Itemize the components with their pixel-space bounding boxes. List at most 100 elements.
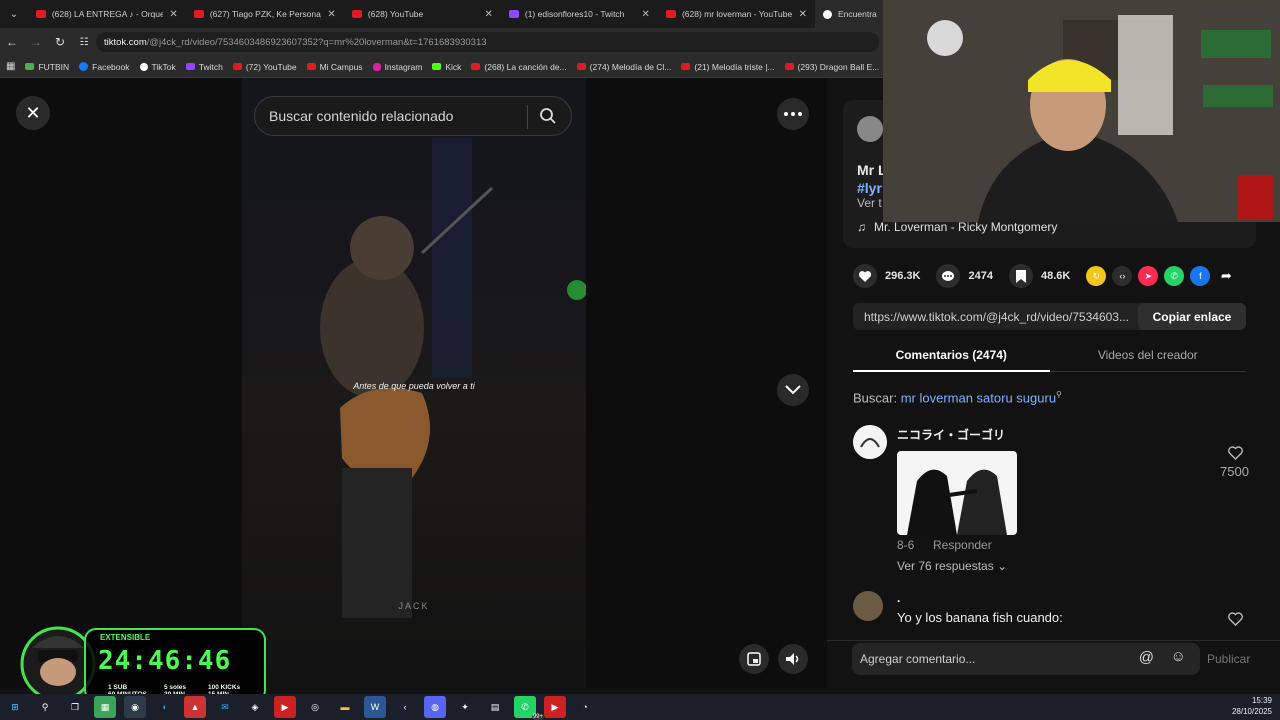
- app-icon[interactable]: ▶: [274, 696, 296, 718]
- bookmark-icon: [1008, 264, 1033, 288]
- app-icon[interactable]: ◍: [424, 696, 446, 718]
- app-icon[interactable]: ◎: [304, 696, 326, 718]
- share-arrow-icon[interactable]: ➦: [1216, 266, 1236, 286]
- reload-icon[interactable]: ↻: [48, 28, 72, 56]
- publish-button[interactable]: Publicar: [1207, 652, 1250, 666]
- bookmark-item[interactable]: (268) La canción de...: [471, 62, 567, 72]
- bookmark-item[interactable]: Facebook: [79, 62, 130, 72]
- browser-tab[interactable]: (628) YouTube ✕: [344, 0, 501, 28]
- related-search-query[interactable]: mr loverman satoru suguru: [901, 390, 1056, 405]
- close-icon[interactable]: ✕: [327, 9, 335, 20]
- related-search-input[interactable]: Buscar contenido relacionado: [254, 96, 572, 136]
- bookmark-item[interactable]: Twitch: [185, 62, 223, 72]
- tiktok-icon: [139, 62, 148, 71]
- search-icon[interactable]: ⚲: [34, 696, 56, 718]
- commenter-name[interactable]: ニコライ・ゴーゴリ: [897, 426, 1005, 443]
- bookmark-item[interactable]: Instagram: [372, 61, 423, 72]
- word-icon[interactable]: W: [364, 696, 386, 718]
- bookmark-item[interactable]: (274) Melodía de Cl...: [576, 62, 671, 72]
- edge-icon[interactable]: ◐: [154, 696, 176, 718]
- commenter-avatar[interactable]: [853, 591, 883, 621]
- close-video-button[interactable]: ✕: [16, 96, 50, 130]
- bookmark-label: Instagram: [384, 61, 423, 72]
- more-options-button[interactable]: [777, 98, 809, 130]
- futbin-icon: [25, 63, 35, 70]
- bookmark-item[interactable]: (21) Melodía triste |...: [681, 62, 775, 72]
- action-bar: 296.3K 2474 48.6K ↻ ‹› ➤ ✆ f ➦: [853, 262, 1242, 290]
- music-row[interactable]: ♫ Mr. Loverman - Ricky Montgomery: [857, 220, 1057, 234]
- forward-icon[interactable]: →: [24, 28, 48, 56]
- app-icon[interactable]: ◈: [244, 696, 266, 718]
- search-icon[interactable]: [539, 107, 557, 125]
- tab-comments[interactable]: Comentarios (2474): [853, 340, 1050, 372]
- bookmark-item[interactable]: TikTok: [139, 62, 176, 72]
- copy-link-button[interactable]: Copiar enlace: [1138, 303, 1246, 330]
- mention-icon[interactable]: @: [1139, 649, 1154, 666]
- commenter-avatar[interactable]: [853, 425, 887, 459]
- close-icon[interactable]: ✕: [799, 9, 807, 20]
- bookmark-item[interactable]: Mi Campus: [306, 62, 363, 72]
- system-clock[interactable]: 15:39 28/10/2025: [1232, 695, 1272, 717]
- comment-like-icon[interactable]: [1228, 446, 1243, 460]
- like-count: 296.3K: [885, 270, 921, 282]
- widgets-icon[interactable]: ▦: [94, 696, 116, 718]
- volume-button[interactable]: [778, 644, 808, 674]
- app-icon[interactable]: ‹: [394, 696, 416, 718]
- browser-tab[interactable]: (627) Tiago PZK, Ke Personajes ✕: [186, 0, 344, 28]
- whatsapp-icon[interactable]: ✆: [1164, 266, 1185, 286]
- browser-tab-active[interactable]: Encuentra 'mr: [815, 0, 885, 28]
- browser-tab[interactable]: (628) mr loverman - YouTube ✕: [658, 0, 815, 28]
- chrome-icon[interactable]: ◉: [124, 696, 146, 718]
- apps-icon[interactable]: ▦: [6, 61, 15, 72]
- app-icon[interactable]: ▲: [184, 696, 206, 718]
- close-icon[interactable]: ✕: [169, 9, 177, 20]
- creator-avatar[interactable]: [857, 116, 883, 142]
- comment-input[interactable]: Agregar comentario... @ ☺: [852, 643, 1200, 675]
- embed-icon[interactable]: ‹›: [1112, 266, 1133, 286]
- task-view-icon[interactable]: ❐: [64, 696, 86, 718]
- next-video-button[interactable]: [777, 374, 809, 406]
- comment-image[interactable]: [897, 451, 1017, 535]
- folder-icon[interactable]: ▬: [334, 696, 356, 718]
- facebook-icon[interactable]: f: [1190, 266, 1211, 286]
- calculator-icon[interactable]: ▤: [484, 696, 506, 718]
- app-icon[interactable]: ▶: [544, 696, 566, 718]
- video-link[interactable]: https://www.tiktok.com/@j4ck_rd/video/75…: [853, 310, 1138, 324]
- youtube-icon: [784, 63, 794, 70]
- close-icon[interactable]: ✕: [484, 9, 492, 20]
- emoji-icon[interactable]: ☺: [1171, 648, 1186, 665]
- app-icon[interactable]: ✦: [454, 696, 476, 718]
- like-button[interactable]: 296.3K: [853, 264, 920, 288]
- reply-button[interactable]: Responder: [933, 538, 992, 552]
- pip-button[interactable]: [739, 644, 769, 674]
- hashtag-link[interactable]: #lyr: [857, 180, 882, 196]
- site-info-icon[interactable]: ☷: [72, 28, 96, 56]
- save-button[interactable]: 48.6K: [1008, 264, 1070, 288]
- back-icon[interactable]: ←: [0, 28, 24, 56]
- send-icon[interactable]: ➤: [1138, 266, 1159, 286]
- related-search-prefix: Buscar:: [853, 390, 898, 406]
- close-icon[interactable]: ✕: [642, 9, 650, 20]
- related-search[interactable]: Buscar: mr loverman satoru suguru⚲: [853, 390, 1062, 405]
- bookmark-item[interactable]: (293) Dragon Ball E...: [784, 62, 879, 72]
- view-replies-button[interactable]: Ver 76 respuestas ⌄: [897, 559, 1007, 573]
- comment-button[interactable]: 2474: [936, 264, 993, 288]
- windows-start-icon[interactable]: ⊞: [4, 696, 26, 718]
- commenter-name[interactable]: .: [897, 591, 900, 605]
- repost-icon[interactable]: ↻: [1086, 266, 1107, 286]
- browser-tab[interactable]: (628) LA ENTREGA ♪ - Orquesta ✕: [28, 0, 186, 28]
- app-icon[interactable]: ◔: [574, 696, 596, 718]
- youtube-icon: [471, 63, 481, 70]
- browser-tab[interactable]: (1) edisonflores10 - Twitch ✕: [501, 0, 658, 28]
- mail-icon[interactable]: ✉: [214, 696, 236, 718]
- bookmark-item[interactable]: Kick: [432, 62, 461, 72]
- bookmark-item[interactable]: FUTBIN: [25, 62, 69, 72]
- bookmark-item[interactable]: (72) YouTube: [232, 62, 297, 72]
- comment-like-icon[interactable]: [1228, 612, 1243, 626]
- tab-creator-videos[interactable]: Videos del creador: [1050, 340, 1247, 371]
- whatsapp-icon[interactable]: ✆ 99+: [514, 696, 544, 720]
- url-field[interactable]: tiktok.com/@j4ck_rd/video/75346034869236…: [96, 32, 879, 52]
- tab-search-button[interactable]: ⌄: [0, 0, 28, 28]
- comment-icon: [936, 264, 961, 288]
- see-more-link[interactable]: Ver t: [857, 196, 882, 210]
